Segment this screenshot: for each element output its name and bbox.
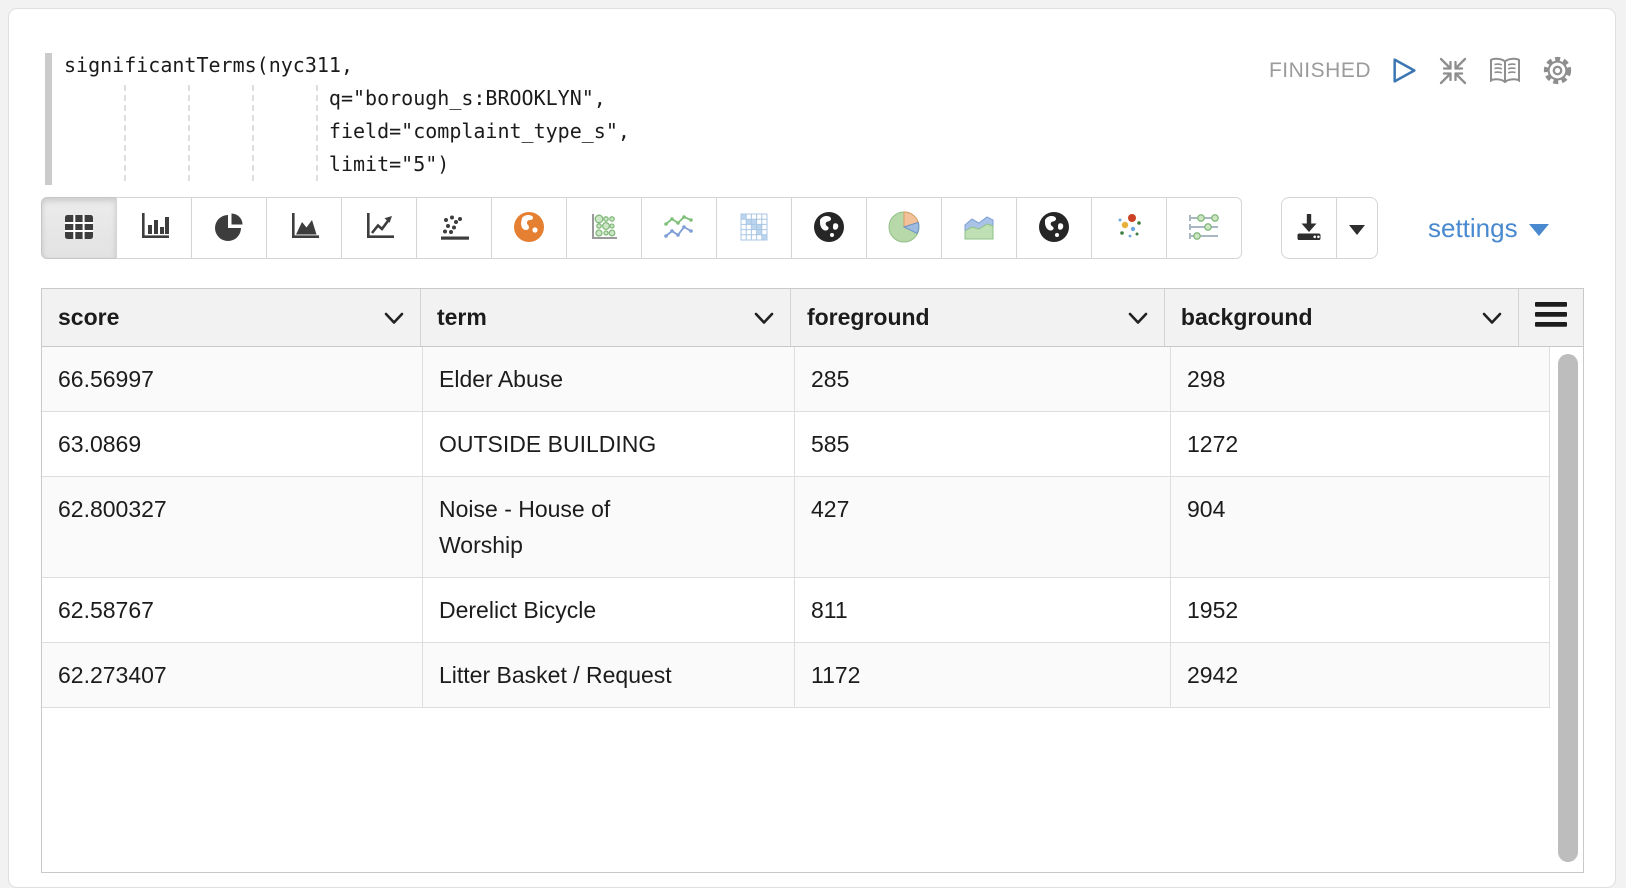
multi-line-chart-icon	[663, 214, 695, 243]
viz-button-pie-chart[interactable]	[191, 197, 267, 259]
viz-toolbar	[41, 197, 1242, 259]
table-row: 63.0869 OUTSIDE BUILDING 585 1272	[42, 412, 1550, 477]
code-editor[interactable]: significantTerms(nyc311, q="borough_s:BR…	[45, 45, 630, 185]
table-body: 66.56997 Elder Abuse 285 298 63.0869 OUT…	[42, 347, 1583, 872]
pie-chart-color-icon	[887, 210, 921, 247]
table-row: 62.58767 Derelict Bicycle 811 1952	[42, 578, 1550, 643]
collapse-icon[interactable]	[1438, 56, 1468, 86]
cell-background: 298	[1171, 347, 1550, 411]
area-chart-icon	[289, 213, 319, 244]
download-options-button[interactable]	[1336, 197, 1378, 259]
scatter-color-icon	[1114, 212, 1144, 245]
globe-dark-2-icon	[1037, 210, 1071, 247]
cell-score: 62.800327	[42, 477, 423, 577]
cell-background: 1952	[1171, 578, 1550, 642]
column-header-label: background	[1181, 304, 1313, 331]
viz-button-scatter-color[interactable]	[1091, 197, 1167, 259]
column-header-score[interactable]: score	[42, 289, 421, 346]
table-body-rows: 66.56997 Elder Abuse 285 298 63.0869 OUT…	[42, 347, 1550, 708]
code-text[interactable]: significantTerms(nyc311, q="borough_s:BR…	[64, 49, 630, 181]
code-line: significantTerms(nyc311,	[64, 49, 630, 82]
run-icon[interactable]	[1391, 56, 1418, 85]
table-chart-icon	[64, 214, 94, 243]
paragraph-status-bar: FINISHED	[1269, 55, 1573, 86]
cell-term: Derelict Bicycle	[423, 578, 795, 642]
cell-score: 62.273407	[42, 643, 423, 707]
cell-term: OUTSIDE BUILDING	[423, 412, 795, 476]
column-header-term[interactable]: term	[421, 289, 791, 346]
table-row: 62.273407 Litter Basket / Request 1172 2…	[42, 643, 1550, 708]
pie-chart-icon	[215, 212, 244, 244]
download-icon	[1294, 212, 1324, 245]
cell-term: Litter Basket / Request	[423, 643, 795, 707]
gear-icon[interactable]	[1542, 55, 1573, 86]
cell-background: 904	[1171, 477, 1550, 577]
scatter-chart-icon	[439, 213, 469, 244]
viz-button-pie-chart-color[interactable]	[866, 197, 942, 259]
settings-label: settings	[1428, 213, 1518, 244]
cell-score: 62.58767	[42, 578, 423, 642]
globe-dark-icon	[812, 210, 846, 247]
caret-down-icon	[1349, 225, 1365, 235]
caret-down-icon	[1529, 224, 1549, 236]
cell-score: 63.0869	[42, 412, 423, 476]
viz-button-line-chart[interactable]	[341, 197, 417, 259]
viz-button-heatmap[interactable]	[716, 197, 792, 259]
cell-background: 2942	[1171, 643, 1550, 707]
column-header-label: term	[437, 304, 487, 331]
map-globe-orange-icon	[512, 210, 546, 247]
cell-term: Elder Abuse	[423, 347, 795, 411]
code-line: limit="5")	[64, 148, 630, 181]
download-button[interactable]	[1281, 197, 1337, 259]
table-header-row: score term foreground background	[42, 289, 1583, 347]
line-chart-icon	[364, 213, 394, 244]
download-group	[1281, 197, 1378, 259]
interval-plot-icon	[1188, 213, 1220, 244]
cell-background: 1272	[1171, 412, 1550, 476]
notebook-paragraph-panel: significantTerms(nyc311, q="borough_s:BR…	[8, 8, 1616, 888]
bubble-matrix-icon	[589, 212, 619, 245]
heatmap-icon	[739, 212, 769, 245]
viz-button-area-chart[interactable]	[266, 197, 342, 259]
cell-term: Noise - House of Worship	[423, 477, 795, 577]
cell-foreground: 811	[795, 578, 1171, 642]
table-row: 62.800327 Noise - House of Worship 427 9…	[42, 477, 1550, 578]
paragraph-exec-bar	[45, 53, 52, 185]
code-line: field="complaint_type_s",	[64, 115, 630, 148]
viz-button-stacked-area-chart[interactable]	[941, 197, 1017, 259]
cell-foreground: 585	[795, 412, 1171, 476]
result-table: score term foreground background 66.5699…	[41, 288, 1584, 873]
book-icon[interactable]	[1488, 56, 1522, 85]
vertical-scrollbar[interactable]	[1558, 354, 1578, 862]
viz-button-multi-line-chart[interactable]	[641, 197, 717, 259]
table-menu-button[interactable]	[1519, 289, 1583, 346]
cell-foreground: 427	[795, 477, 1171, 577]
viz-button-map[interactable]	[491, 197, 567, 259]
viz-button-globe[interactable]	[791, 197, 867, 259]
viz-button-interval-plot[interactable]	[1166, 197, 1242, 259]
cell-score: 66.56997	[42, 347, 423, 411]
bar-chart-icon	[139, 213, 169, 244]
chevron-down-icon[interactable]	[1482, 304, 1502, 331]
chevron-down-icon[interactable]	[384, 304, 404, 331]
viz-button-table[interactable]	[41, 197, 117, 259]
hamburger-menu-icon	[1535, 302, 1567, 333]
column-header-label: foreground	[807, 304, 930, 331]
column-header-foreground[interactable]: foreground	[791, 289, 1165, 346]
viz-button-bubble-matrix[interactable]	[566, 197, 642, 259]
column-header-label: score	[58, 304, 119, 331]
status-badge: FINISHED	[1269, 59, 1371, 83]
viz-button-globe-2[interactable]	[1016, 197, 1092, 259]
viz-button-scatter-chart[interactable]	[416, 197, 492, 259]
chevron-down-icon[interactable]	[754, 304, 774, 331]
stacked-area-chart-icon	[962, 212, 996, 245]
cell-foreground: 285	[795, 347, 1171, 411]
settings-toggle[interactable]: settings	[1428, 197, 1549, 259]
table-row: 66.56997 Elder Abuse 285 298	[42, 347, 1550, 412]
column-header-background[interactable]: background	[1165, 289, 1519, 346]
viz-button-bar-chart[interactable]	[116, 197, 192, 259]
cell-foreground: 1172	[795, 643, 1171, 707]
chevron-down-icon[interactable]	[1128, 304, 1148, 331]
code-line: q="borough_s:BROOKLYN",	[64, 82, 630, 115]
